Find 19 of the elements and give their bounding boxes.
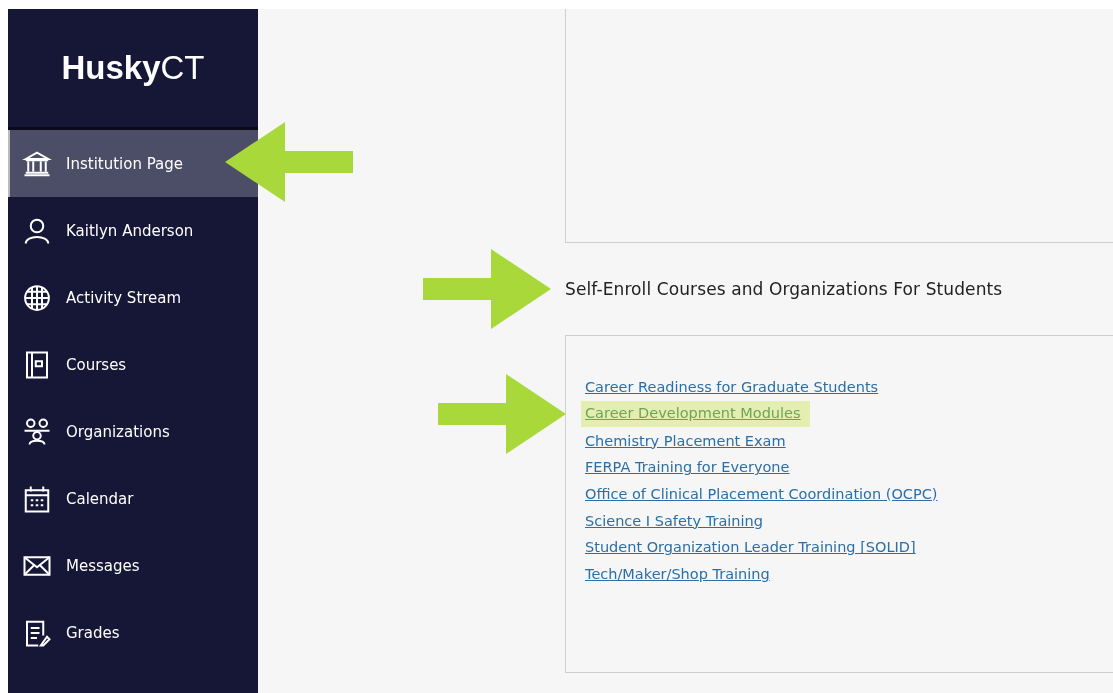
sidebar-item[interactable]: Institution Page — [8, 130, 258, 197]
course-link[interactable]: Career Readiness for Graduate Students — [585, 377, 879, 398]
sidebar-item[interactable]: Organizations — [8, 398, 258, 465]
sidebar-item[interactable]: Calendar — [8, 465, 258, 532]
globe-icon — [22, 282, 52, 313]
course-link[interactable]: FERPA Training for Everyone — [585, 457, 790, 478]
course-link[interactable]: Chemistry Placement Exam — [585, 430, 786, 451]
sidebar-item[interactable]: Grades — [8, 599, 258, 666]
sidebar-item[interactable]: Courses — [8, 331, 258, 398]
sidebar-item[interactable]: Activity Stream — [8, 264, 258, 331]
section-heading: Self-Enroll Courses and Organizations For Students — [565, 279, 1003, 299]
course-link[interactable]: Office of Clinical Placement Coordination (OCPC) — [585, 484, 938, 505]
course-link[interactable]: Student Organization Leader Training [SOLID] — [585, 537, 916, 558]
logo: HuskyCT — [61, 49, 205, 87]
course-link[interactable]: Science I Safety Training — [585, 510, 763, 531]
sidebar-item[interactable]: Kaitlyn Anderson — [8, 197, 258, 264]
sidebar-item[interactable]: Messages — [8, 532, 258, 599]
people-icon — [22, 416, 52, 447]
course-link[interactable]: Tech/Maker/Shop Training — [585, 564, 770, 585]
